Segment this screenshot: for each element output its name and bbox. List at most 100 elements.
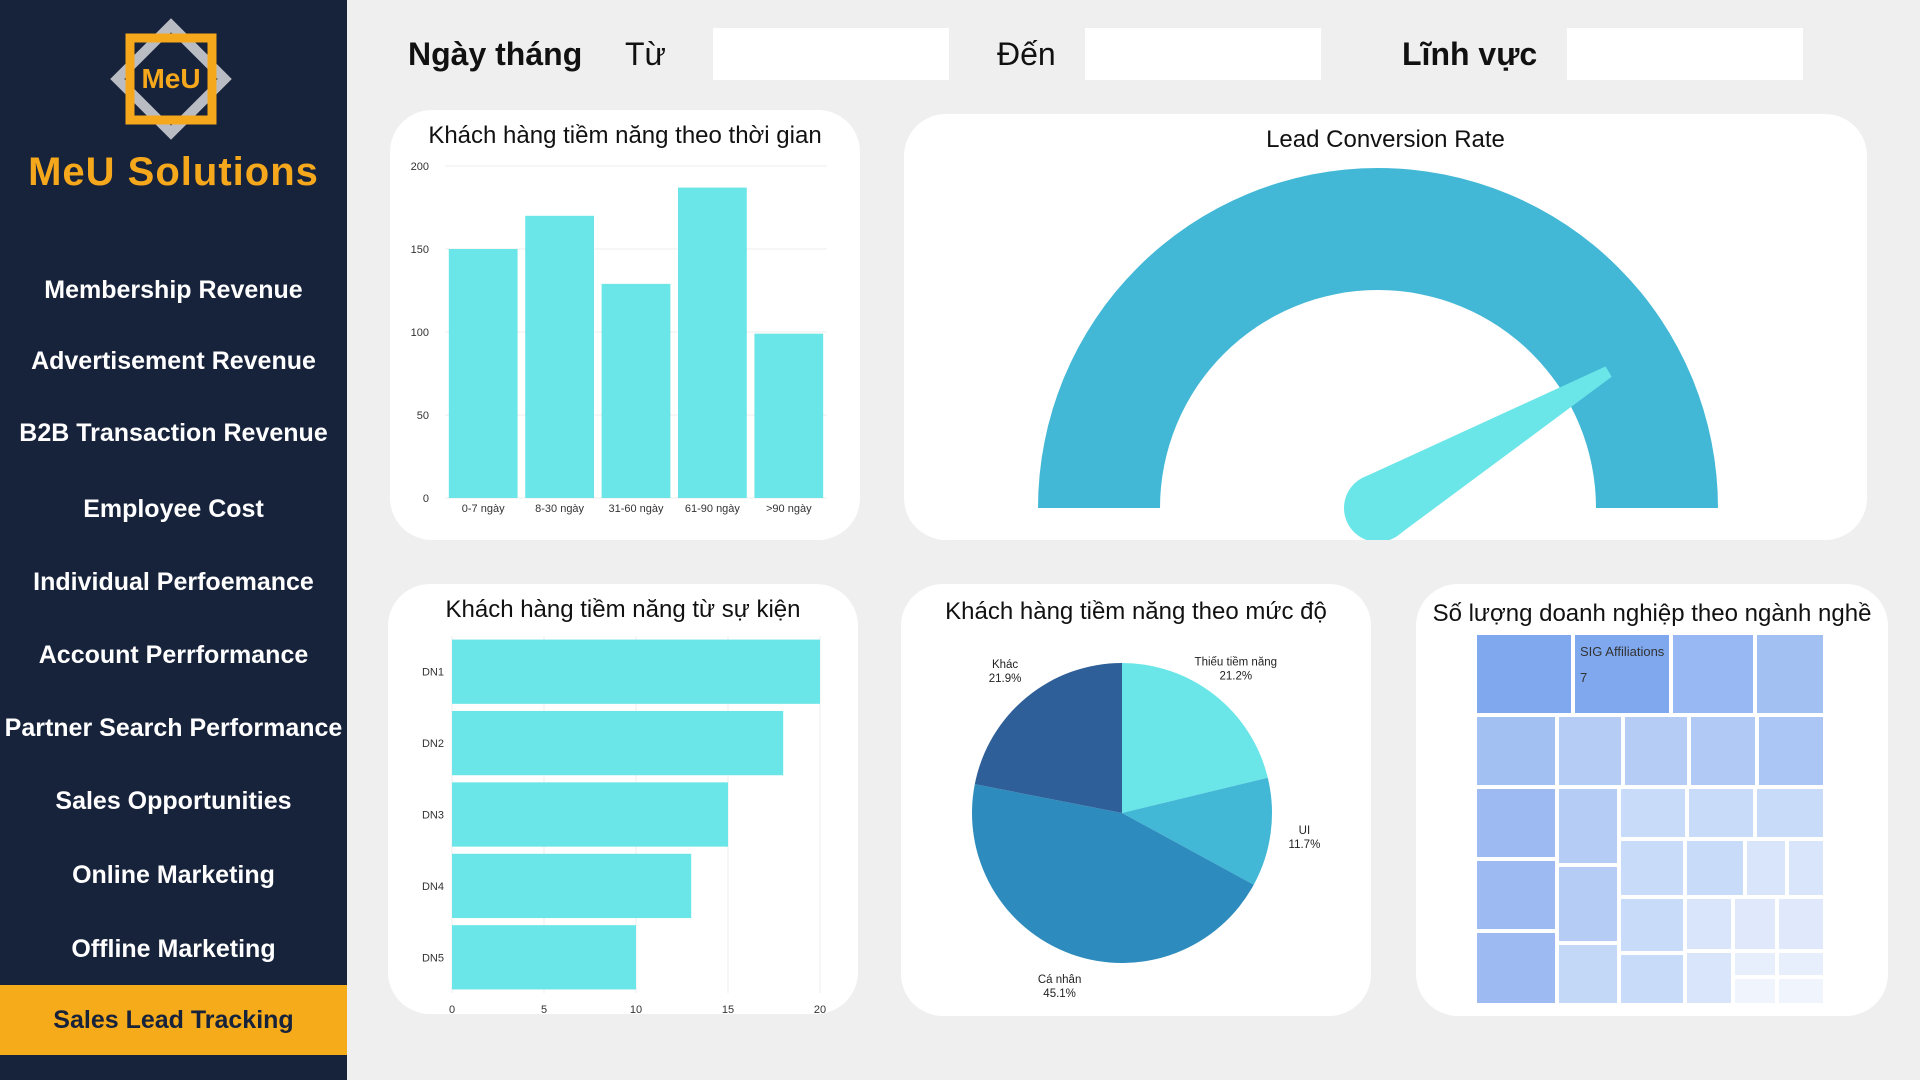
treemap-cell[interactable] [1685,839,1745,897]
meu-logo-icon: MeU [110,18,232,140]
nav-item-sales-lead-tracking[interactable]: Sales Lead Tracking [0,985,347,1055]
pie-percent-label: 21.9% [989,673,1022,685]
treemap-cell[interactable] [1733,951,1777,977]
x-tick-label: >90 ngày [766,503,812,515]
x-tick-label: 0 [449,1004,455,1014]
y-tick-label: 0 [423,493,429,505]
treemap-cell[interactable] [1475,715,1557,787]
companies-by-industry-treemap: SIG Affiliations 7 [1475,633,1825,1005]
to-label: Đến [997,36,1056,72]
pie-percent-label: 11.7% [1289,839,1321,851]
treemap-cell[interactable] [1557,943,1619,1005]
nav-item-sales-opportunities[interactable]: Sales Opportunities [0,766,347,836]
y-tick-label: 50 [417,410,429,422]
treemap-cell[interactable] [1777,977,1825,1005]
leads-by-level-card: Khách hàng tiềm năng theo mức độ Thiếu t… [901,584,1371,1016]
x-tick-label: 61-90 ngày [685,503,741,515]
treemap-cell[interactable] [1787,839,1825,897]
treemap-cell[interactable] [1777,951,1825,977]
bar [601,283,671,498]
gauge-arc [1038,168,1718,508]
y-tick-label: 200 [411,161,429,173]
leads-over-time-card: Khách hàng tiềm năng theo thời gian 0 50 1… [390,110,860,540]
pie-label: UI [1299,825,1311,837]
bar [525,215,594,499]
treemap-cell[interactable] [1687,787,1755,839]
logo-text: MeU [141,63,200,94]
treemap-cell[interactable] [1755,633,1825,715]
leads-from-events-chart: 0 5 10 15 20 DN1 DN2 DN3 DN4 DN5 [422,636,826,1014]
treemap-cell[interactable] [1619,839,1685,897]
from-label: Từ [625,36,666,72]
treemap-cell[interactable] [1689,715,1757,787]
brand-name: MeU Solutions [28,150,319,194]
to-date-input[interactable] [1085,28,1321,80]
bar [452,710,784,776]
y-tick-label: DN4 [422,881,444,893]
treemap-cell[interactable] [1733,977,1777,1005]
treemap-cell[interactable] [1619,953,1685,1005]
y-tick-label: DN2 [422,738,444,750]
pie-percent-label: 21.2% [1219,670,1252,682]
y-tick-label: DN5 [422,952,444,964]
treemap-cell[interactable] [1475,787,1557,859]
companies-by-industry-card: Số lượng doanh nghiệp theo ngành nghề SI… [1416,584,1888,1016]
treemap-cell[interactable] [1619,897,1685,953]
treemap-highlight-value: 7 [1580,670,1587,685]
x-tick-label: 15 [722,1004,734,1014]
y-tick-label: DN3 [422,810,444,822]
gauge-needle-hub [1344,474,1412,540]
treemap-cell[interactable] [1685,951,1733,1005]
treemap-cell[interactable] [1685,897,1733,951]
y-tick-label: 100 [411,327,429,339]
y-tick-label: 150 [411,244,429,256]
filter-bar: Ngày tháng Từ Đến Lĩnh vực [347,0,1920,110]
nav-item-account-perrformance[interactable]: Account Perrformance [0,620,347,690]
pie-label: Cá nhân [1038,974,1081,986]
lead-conversion-card: Lead Conversion Rate [904,114,1867,540]
treemap-cell[interactable] [1755,787,1825,839]
pie-label: Khác [992,659,1018,671]
lead-conversion-gauge [1038,168,1718,540]
y-tick-label: DN1 [422,667,444,679]
treemap-cell[interactable] [1475,859,1557,931]
leads-over-time-chart: 0 50 100 150 200 0-7 ngày 8-30 ngày 31-60 ngày 6… [411,161,827,515]
treemap-cell[interactable] [1745,839,1787,897]
treemap-cell[interactable] [1671,633,1755,715]
x-tick-label: 10 [630,1004,642,1014]
leads-from-events-card: Khách hàng tiềm năng từ sự kiện 0 5 10 15 20… [388,584,858,1014]
nav-item-online-marketing[interactable]: Online Marketing [0,840,347,910]
treemap-cell[interactable] [1623,715,1689,787]
x-tick-label: 20 [814,1004,826,1014]
treemap-cell[interactable] [1557,865,1619,943]
bar [754,333,824,498]
bar [452,639,820,704]
sidebar: MeU MeU Solutions Membership Revenue Adve… [0,0,347,1080]
treemap-cell[interactable] [1733,897,1777,951]
nav-item-offline-marketing[interactable]: Offline Marketing [0,914,347,984]
treemap-cell[interactable] [1557,715,1623,787]
treemap-cell[interactable] [1475,931,1557,1005]
nav-item-advertisement-revenue[interactable]: Advertisement Revenue [0,326,347,396]
treemap-cell[interactable] [1757,715,1825,787]
nav-item-partner-search-performance[interactable]: Partner Search Performance [0,693,347,763]
nav-item-membership-revenue[interactable]: Membership Revenue [0,255,347,325]
nav-item-employee-cost[interactable]: Employee Cost [0,474,347,544]
x-tick-label: 31-60 ngày [608,503,664,515]
bar [448,249,518,498]
pie-label: Thiếu tiềm năng [1195,656,1277,668]
pie-percent-label: 45.1% [1043,988,1076,1000]
nav-item-b2b-transaction-revenue[interactable]: B2B Transaction Revenue [0,398,347,468]
bar [452,925,636,990]
bar [452,853,692,919]
treemap-cell[interactable] [1557,787,1619,865]
treemap-cell[interactable] [1475,633,1573,715]
field-input[interactable] [1567,28,1803,80]
bar [678,187,747,498]
x-tick-label: 8-30 ngày [535,503,584,515]
nav-item-individual-perfoemance[interactable]: Individual Perfoemance [0,547,347,617]
from-date-input[interactable] [713,28,949,80]
date-filter-label: Ngày tháng [408,36,583,72]
treemap-cell[interactable] [1619,787,1687,839]
treemap-cell[interactable] [1777,897,1825,951]
